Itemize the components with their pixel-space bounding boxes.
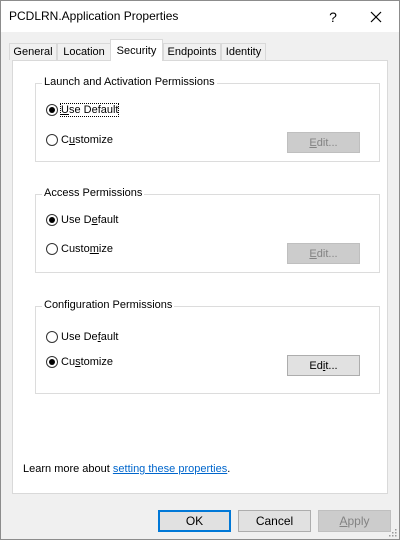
- title-bar: PCDLRN.Application Properties ?: [1, 1, 399, 32]
- window-title: PCDLRN.Application Properties: [9, 9, 179, 23]
- config-customize-radio[interactable]: Customize: [46, 356, 113, 368]
- tab-security[interactable]: Security: [110, 39, 163, 61]
- access-customize-radio[interactable]: Customize: [46, 243, 113, 255]
- launch-permissions-group: Launch and Activation Permissions Use De…: [35, 76, 380, 162]
- tab-label: Endpoints: [167, 46, 217, 58]
- button-label: Edit...: [309, 136, 338, 149]
- tab-location[interactable]: Location: [57, 43, 111, 60]
- radio-circle: [46, 243, 58, 255]
- properties-dialog: PCDLRN.Application Properties ? General …: [0, 0, 400, 540]
- ok-button[interactable]: OK: [158, 510, 231, 532]
- close-icon: [370, 11, 382, 22]
- learn-more-link[interactable]: setting these properties: [113, 463, 227, 475]
- security-tab-panel: Launch and Activation Permissions Use De…: [12, 60, 388, 494]
- radio-label: Use Default: [61, 214, 119, 226]
- tab-label: Location: [63, 46, 105, 58]
- radio-circle: [46, 214, 58, 226]
- tab-label: Identity: [225, 46, 262, 58]
- cancel-button[interactable]: Cancel: [238, 510, 311, 532]
- learn-more-text: Learn more about setting these propertie…: [23, 463, 231, 475]
- close-button[interactable]: [353, 1, 399, 32]
- access-use-default-radio[interactable]: Use Default: [46, 214, 118, 226]
- config-use-default-radio[interactable]: Use Default: [46, 331, 119, 343]
- tab-label: Security: [116, 44, 157, 57]
- radio-label: Customize: [61, 356, 113, 368]
- launch-use-default-radio[interactable]: Use Default: [46, 103, 120, 117]
- radio-label: Customize: [61, 243, 113, 255]
- radio-circle: [46, 134, 58, 146]
- access-permissions-group: Access Permissions Use Default Customize…: [35, 187, 380, 273]
- group-title: Configuration Permissions: [42, 299, 175, 311]
- launch-customize-radio[interactable]: Customize: [46, 134, 113, 146]
- radio-label: Use Default: [61, 331, 119, 343]
- radio-circle: [46, 104, 58, 116]
- apply-button[interactable]: Apply: [318, 510, 391, 532]
- help-icon: ?: [329, 8, 337, 25]
- resize-grip-icon[interactable]: [387, 527, 397, 537]
- button-label: Cancel: [255, 514, 294, 528]
- config-edit-button[interactable]: Edit...: [287, 355, 360, 376]
- group-title: Launch and Activation Permissions: [42, 76, 217, 88]
- radio-selected-dot: [49, 217, 55, 223]
- radio-selected-dot: [49, 359, 55, 365]
- help-button[interactable]: ?: [319, 1, 347, 32]
- tab-endpoints[interactable]: Endpoints: [163, 43, 221, 60]
- radio-label: Customize: [61, 134, 113, 146]
- launch-edit-button[interactable]: Edit...: [287, 132, 360, 153]
- button-label: Apply: [339, 514, 370, 528]
- button-label: Edit...: [309, 359, 338, 372]
- group-title: Access Permissions: [42, 187, 145, 199]
- button-label: Edit...: [309, 247, 338, 260]
- tab-identity[interactable]: Identity: [221, 43, 266, 60]
- radio-label: Use Default: [59, 103, 120, 117]
- tab-label: General: [13, 46, 53, 58]
- radio-circle: [46, 331, 58, 343]
- access-edit-button[interactable]: Edit...: [287, 243, 360, 264]
- button-label: OK: [185, 514, 204, 528]
- configuration-permissions-group: Configuration Permissions Use Default Cu…: [35, 299, 380, 394]
- radio-selected-dot: [49, 107, 55, 113]
- tab-general[interactable]: General: [9, 43, 57, 60]
- radio-circle: [46, 356, 58, 368]
